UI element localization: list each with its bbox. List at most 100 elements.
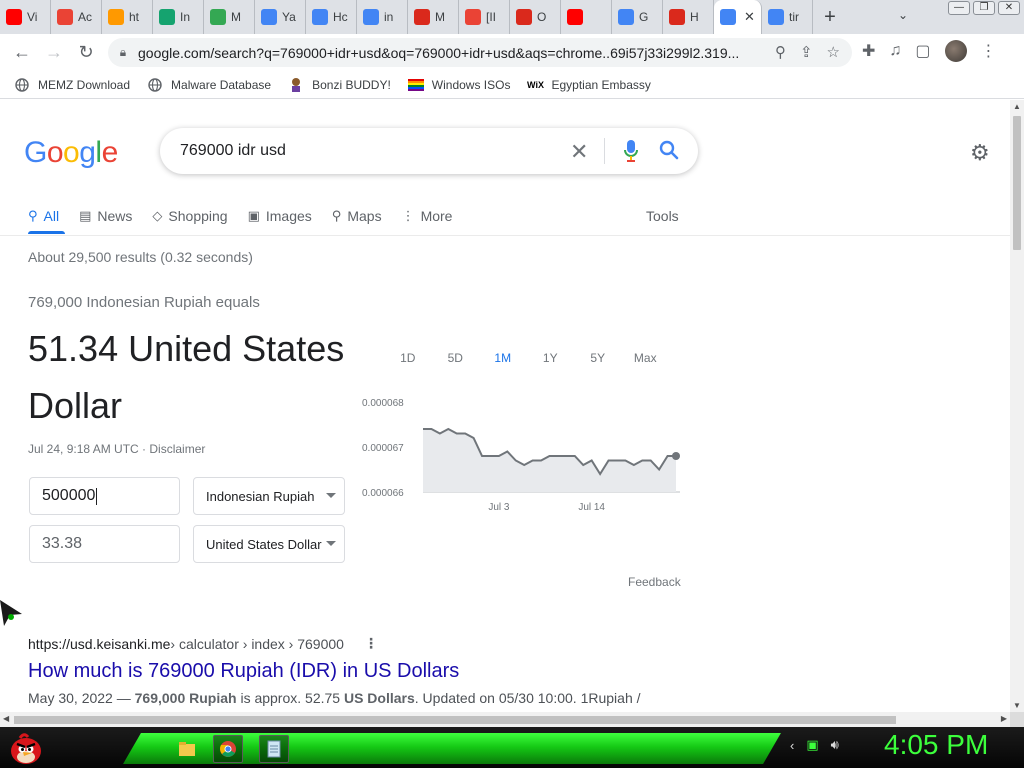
horizontal-scrollbar[interactable]: ◀ ▶ (0, 712, 1010, 727)
bookmark-item[interactable]: MEMZ Download (14, 77, 130, 93)
close-tab-icon[interactable]: ✕ (744, 9, 755, 25)
tab-all[interactable]: ⚲ All (28, 204, 59, 228)
bookmark-item[interactable]: Bonzi BUDDY! (288, 77, 391, 93)
result-title-link[interactable]: How much is 769000 Rupiah (IDR) in US Do… (28, 660, 459, 683)
tab-label: ht (129, 10, 140, 24)
bookmark-star-icon[interactable]: ☆ (827, 43, 840, 61)
browser-tab[interactable]: [II (459, 0, 510, 34)
settings-gear-icon[interactable]: ⚙ (970, 140, 990, 166)
google-icon (312, 9, 328, 25)
range-tab[interactable]: 1M (479, 348, 527, 368)
start-button-angry-bird-icon[interactable] (6, 729, 46, 767)
search-box[interactable]: 769000 idr usd ✕ (160, 128, 698, 174)
minimize-button[interactable]: — (948, 1, 970, 15)
chart-area (423, 429, 676, 492)
search-small-icon: ⚲ (28, 208, 38, 223)
browser-tab[interactable]: In (153, 0, 204, 34)
browser-tab[interactable]: M (408, 0, 459, 34)
bookmark-item[interactable]: Malware Database (147, 77, 271, 93)
feedback-link[interactable]: Feedback (628, 575, 681, 589)
tab-shopping[interactable]: ◇ Shopping (152, 204, 227, 228)
scroll-right-arrow-icon[interactable]: ▶ (1001, 714, 1007, 723)
to-currency-select[interactable]: United States Dollar (193, 525, 345, 563)
microphone-icon[interactable] (623, 139, 639, 168)
taskbar-clock[interactable]: 4:05 PM (884, 729, 988, 761)
share-icon[interactable]: ⇪ (800, 43, 813, 61)
browser-tab[interactable]: in (357, 0, 408, 34)
tab-images[interactable]: ▣ Images (248, 204, 312, 228)
tab-search-chevron-icon[interactable]: ⌄ (898, 8, 908, 22)
tab-news[interactable]: ▤ News (79, 204, 132, 228)
horizontal-scroll-thumb[interactable] (14, 716, 896, 724)
tab-maps-label: Maps (347, 208, 382, 224)
google-icon (720, 9, 736, 25)
tools-button[interactable]: Tools (646, 204, 679, 228)
file-explorer-icon[interactable] (172, 735, 202, 763)
notepad-icon[interactable] (259, 735, 289, 763)
location-icon[interactable]: ⚲ (775, 43, 786, 61)
lock-icon[interactable]: 🔒︎ (108, 45, 138, 60)
browser-tab[interactable]: G (612, 0, 663, 34)
browser-tab[interactable]: ht (102, 0, 153, 34)
search-input[interactable]: 769000 idr usd (180, 142, 286, 160)
tab-maps[interactable]: ⚲ Maps (332, 204, 382, 228)
browser-tab[interactable]: tir (762, 0, 813, 34)
browser-tab[interactable]: Ac (51, 0, 102, 34)
side-panel-icon[interactable]: ▢ (915, 41, 930, 61)
google-logo[interactable]: Google (24, 136, 118, 170)
range-tab[interactable]: 1D (384, 348, 432, 368)
profile-avatar[interactable] (944, 40, 967, 62)
result-more-options-icon[interactable]: ⋮ (364, 635, 378, 652)
to-amount-input[interactable]: 33.38 (29, 525, 180, 563)
range-tab[interactable]: 5D (432, 348, 480, 368)
tab-more[interactable]: ⋮ More (402, 204, 453, 228)
tab-label: O (537, 10, 547, 24)
network-icon[interactable]: ▣ (806, 737, 818, 753)
tab-news-label: News (97, 208, 133, 224)
from-currency-select[interactable]: Indonesian Rupiah (193, 477, 345, 515)
bookmark-item[interactable]: Windows ISOs (407, 77, 510, 93)
clear-search-icon[interactable]: ✕ (570, 139, 588, 165)
range-tab[interactable]: 5Y (574, 348, 622, 368)
browser-tab[interactable]: ✕ (714, 0, 762, 34)
media-control-icon[interactable]: ♫ (889, 42, 901, 60)
bookmark-item[interactable]: WiX Egyptian Embassy (527, 77, 651, 93)
browser-tab[interactable]: H (663, 0, 714, 34)
vertical-scrollbar[interactable]: ▲ ▼ (1010, 100, 1024, 712)
search-icon[interactable] (658, 139, 680, 166)
forward-button[interactable]: → (38, 42, 70, 63)
globe-icon (14, 77, 30, 93)
tray-expand-icon[interactable]: ‹ (790, 738, 794, 753)
scroll-up-arrow-icon[interactable]: ▲ (1013, 102, 1021, 111)
kebab-menu-icon[interactable]: ⋮ (981, 41, 997, 61)
range-tab[interactable]: 1Y (527, 348, 575, 368)
back-button[interactable]: ← (6, 42, 38, 63)
browser-tab[interactable]: M (204, 0, 255, 34)
scroll-left-arrow-icon[interactable]: ◀ (3, 714, 9, 723)
vertical-scroll-thumb[interactable] (1013, 116, 1021, 250)
more-dots-icon: ⋮ (401, 208, 415, 223)
from-amount-input[interactable]: 500000 (29, 477, 180, 515)
wix-icon: WiX (527, 79, 544, 90)
chrome-taskbar-icon[interactable] (213, 735, 243, 763)
address-bar[interactable]: 🔒︎ google.com/search?q=769000+idr+usd&oq… (108, 38, 852, 67)
browser-tab[interactable]: O (510, 0, 561, 34)
browser-tab[interactable]: Hc (306, 0, 357, 34)
scroll-down-arrow-icon[interactable]: ▼ (1013, 701, 1021, 710)
snippet-bold-1: 769,000 Rupiah (134, 690, 237, 706)
reload-button[interactable]: ↻ (70, 42, 102, 63)
browser-tab[interactable]: Vi (0, 0, 51, 34)
tab-label: tir (789, 10, 799, 24)
maximize-button[interactable]: ❐ (973, 1, 995, 15)
address-url[interactable]: google.com/search?q=769000+idr+usd&oq=76… (138, 45, 748, 61)
volume-icon[interactable]: 🔊︎ (831, 737, 839, 753)
result-site[interactable]: https://usd.keisanki.me (28, 636, 170, 652)
range-tab[interactable]: Max (622, 348, 670, 368)
close-window-button[interactable]: ✕ (998, 1, 1020, 15)
browser-tab[interactable]: Ya (255, 0, 306, 34)
browser-tab[interactable] (561, 0, 612, 34)
extensions-puzzle-icon[interactable]: ✚ (862, 41, 875, 61)
result-citation[interactable]: https://usd.keisanki.me › calculator › i… (28, 635, 378, 652)
chart-point[interactable] (672, 452, 680, 460)
new-tab-button[interactable]: + (813, 6, 847, 29)
